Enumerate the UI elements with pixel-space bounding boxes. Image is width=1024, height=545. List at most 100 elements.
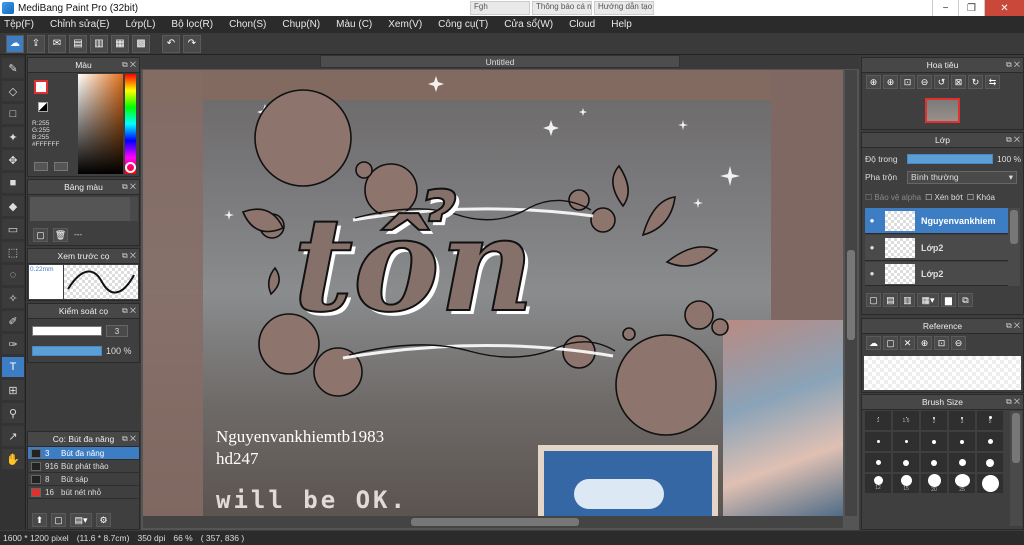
menu-cloud[interactable]: Cloud (569, 19, 595, 30)
brush-menu-icon[interactable]: ▤▾ (70, 513, 92, 527)
tiles-icon[interactable]: ▩ (132, 34, 150, 53)
brush-size-option[interactable]: 5 (977, 411, 1003, 430)
delete-palette-icon[interactable]: 🗑 (53, 228, 68, 242)
layer-item-active[interactable]: ● Nguyenvankhiem (865, 208, 1008, 234)
zoom-in-2-icon[interactable]: ⊕ (883, 75, 898, 89)
close-button[interactable]: ✕ (984, 0, 1024, 16)
reference-fit-icon[interactable]: ⊡ (934, 336, 949, 350)
brush-size-option[interactable] (921, 453, 947, 472)
reference-close-icon[interactable]: ✕ (900, 336, 915, 350)
page-icon[interactable]: ▥ (90, 34, 108, 53)
blend-mode-select[interactable]: Bình thường ▾ (907, 170, 1017, 184)
eraser-tool-icon[interactable]: ◇ (2, 81, 24, 101)
browser-tab[interactable]: Thông báo cá nh (532, 1, 592, 15)
panel-buttons-icon[interactable]: ⧉ ✕ (1006, 397, 1020, 407)
brush-size-option[interactable]: 3 (949, 411, 975, 430)
brush-opacity-slider[interactable] (32, 345, 102, 356)
brush-tool-icon[interactable]: ✎ (2, 58, 24, 78)
panel-buttons-icon[interactable]: ⧉ ✕ (122, 251, 136, 261)
layer-scrollbar[interactable] (1008, 208, 1020, 286)
panel-buttons-icon[interactable]: ⧉ ✕ (122, 182, 136, 192)
panel-buttons-icon[interactable]: ⧉ ✕ (122, 306, 136, 316)
brush-size-option[interactable]: 12 (865, 474, 891, 493)
new-palette-icon[interactable]: ▢ (33, 228, 48, 242)
brush-size-option[interactable]: 15 (893, 474, 919, 493)
document-icon[interactable]: ▤ (69, 34, 87, 53)
brush-size-option[interactable]: 25 (949, 474, 975, 493)
hue-handle[interactable] (125, 162, 136, 173)
gradient-tool-icon[interactable]: ▭ (2, 219, 24, 239)
rotate-left-icon[interactable]: ↺ (934, 75, 949, 89)
menu-filter[interactable]: Bộ lọc(R) (171, 19, 213, 30)
brush-size-value[interactable]: 3 (106, 324, 128, 337)
brush-size-option[interactable] (893, 453, 919, 472)
brush-item[interactable]: 8 Bút sáp (28, 473, 139, 486)
duplicate-layer-icon[interactable]: ⧉ (958, 293, 973, 307)
new-halftone-layer-icon[interactable]: ▤ (883, 293, 898, 307)
layer-item[interactable]: ● Lớp2 (865, 262, 1008, 286)
brush-size-scrollbar[interactable] (1010, 411, 1022, 526)
lock-checkbox[interactable]: ☐ Khóa (967, 193, 995, 202)
brush-size-option[interactable] (949, 453, 975, 472)
brush-size-option[interactable] (865, 453, 891, 472)
bucket-tool-icon[interactable]: ◆ (2, 196, 24, 216)
reference-zoom-in-icon[interactable]: ⊕ (917, 336, 932, 350)
brush-size-option[interactable]: 2 (921, 411, 947, 430)
grid-icon[interactable]: ▦ (111, 34, 129, 53)
select-pen-icon[interactable]: ✐ (2, 311, 24, 331)
eyedropper-icon[interactable]: ⚲ (2, 403, 24, 423)
menu-window[interactable]: Cửa sổ(W) (504, 19, 553, 30)
vertical-scroll-thumb[interactable] (847, 250, 855, 340)
redo-icon[interactable]: ↷ (183, 34, 201, 53)
palette-scrollbar[interactable] (130, 197, 138, 221)
brush-size-option[interactable]: 20 (921, 474, 947, 493)
magic-wand-icon[interactable]: ✧ (2, 288, 24, 308)
brush-size-option[interactable] (977, 474, 1003, 493)
menu-select[interactable]: Chọn(S) (229, 19, 266, 30)
vertical-scrollbar[interactable] (845, 70, 857, 516)
panel-buttons-icon[interactable]: ⧉ ✕ (122, 434, 136, 444)
divide-tool-icon[interactable]: ⊞ (2, 380, 24, 400)
brush-size-option[interactable]: 1 (865, 411, 891, 430)
browser-tab[interactable]: Hướng dẫn tạo (594, 1, 654, 15)
menu-file[interactable]: Tệp(F) (4, 19, 34, 30)
menu-color[interactable]: Màu (C) (336, 19, 372, 30)
flip-icon[interactable]: ⇆ (985, 75, 1000, 89)
zoom-out-icon[interactable]: ⊖ (917, 75, 932, 89)
undo-icon[interactable]: ↶ (162, 34, 180, 53)
color-swap-icon[interactable] (54, 162, 68, 171)
rotate-right-icon[interactable]: ↻ (968, 75, 983, 89)
menu-layer[interactable]: Lớp(L) (126, 19, 156, 30)
select-tool-icon[interactable]: ⬚ (2, 242, 24, 262)
new-8bit-layer-icon[interactable]: ▥ (900, 293, 915, 307)
share-icon[interactable]: ⇪ (27, 34, 45, 53)
chat-icon[interactable]: ✉ (48, 34, 66, 53)
panel-buttons-icon[interactable]: ⧉ ✕ (1006, 60, 1020, 70)
layer-menu-icon[interactable]: ▦▾ (917, 293, 939, 307)
brush-item[interactable]: 3 Bút đa năng (28, 447, 139, 460)
hand-tool-icon[interactable]: ✋ (2, 449, 24, 469)
reference-cloud-icon[interactable]: ☁ (866, 336, 881, 350)
brush-size-option[interactable] (921, 432, 947, 451)
drawing-canvas[interactable]: tổn tổn Nguyenvankhiemtb1983 hd247 will … (143, 70, 843, 516)
primary-color-swatch[interactable] (34, 80, 48, 94)
brush-settings-icon[interactable]: ⚙ (96, 513, 111, 527)
browser-tab[interactable]: Fgh (470, 1, 530, 15)
operation-tool-icon[interactable]: ↗ (2, 426, 24, 446)
saturation-value-picker[interactable] (78, 74, 123, 174)
brush-size-option[interactable] (949, 432, 975, 451)
menu-edit[interactable]: Chỉnh sửa(E) (50, 19, 110, 30)
dot-tool-icon[interactable]: ✦ (2, 127, 24, 147)
hue-slider[interactable] (125, 74, 136, 174)
palette-swatch-area[interactable] (30, 197, 130, 221)
fit-icon[interactable]: ⊡ (900, 75, 915, 89)
zoom-in-icon[interactable]: ⊕ (866, 75, 881, 89)
panel-buttons-icon[interactable]: ⧉ ✕ (1006, 135, 1020, 145)
reference-zoom-out-icon[interactable]: ⊖ (951, 336, 966, 350)
folder-icon[interactable]: ▆ (941, 293, 956, 307)
restore-button[interactable]: ❐ (958, 0, 984, 16)
brush-item[interactable]: 916 Bút phát thảo (28, 460, 139, 473)
rectangle-tool-icon[interactable]: □ (2, 104, 24, 124)
layer-opacity-slider[interactable] (907, 154, 993, 164)
menu-tools[interactable]: Công cụ(T) (438, 19, 488, 30)
